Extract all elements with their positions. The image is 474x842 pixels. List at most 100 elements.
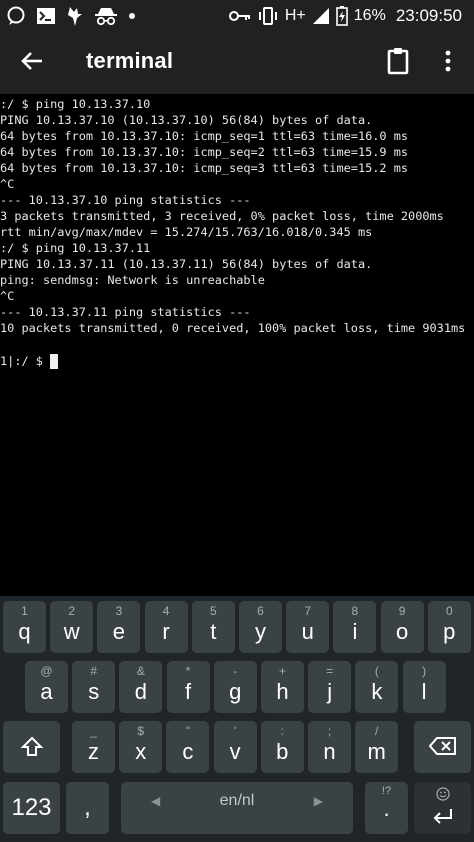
key-k[interactable]: (k xyxy=(355,661,399,713)
key-label: z xyxy=(88,739,99,764)
key-j[interactable]: = j xyxy=(308,661,352,713)
key-label: e xyxy=(112,619,126,644)
text-cursor xyxy=(50,353,59,369)
terminal-line: 10 packets transmitted, 0 received, 100%… xyxy=(0,321,466,335)
key-label: u xyxy=(301,619,314,644)
key-label: m xyxy=(367,739,386,764)
key-hint: - xyxy=(233,664,238,678)
key-hint: & xyxy=(136,664,145,678)
key-c[interactable]: " c xyxy=(166,721,210,773)
key-hint: 3 xyxy=(115,604,123,618)
page-title: terminal xyxy=(86,48,174,73)
key-i[interactable]: 8i xyxy=(333,601,377,653)
key-n[interactable]: ; n xyxy=(308,721,351,773)
key-w[interactable]: 2w xyxy=(50,601,94,653)
backspace-key[interactable] xyxy=(414,721,471,773)
key-z[interactable]: _ z xyxy=(72,721,115,773)
more-vert-icon xyxy=(445,50,451,76)
shift-key[interactable] xyxy=(3,721,60,773)
clipboard-button[interactable] xyxy=(384,46,412,80)
key-h[interactable]: + h xyxy=(261,661,304,713)
comma-key[interactable]: , xyxy=(66,782,109,834)
terminal-line: ping: sendmsg: Network is unreachable xyxy=(0,273,265,287)
key-label: v xyxy=(229,739,241,764)
terminal-line: :/ $ ping 10.13.37.11 xyxy=(0,241,151,255)
key-t[interactable]: 5t xyxy=(191,601,235,653)
key-label: . xyxy=(383,796,390,821)
space-key[interactable]: en/nl ◀ ▶ xyxy=(121,782,353,834)
bird-icon xyxy=(66,5,84,27)
shift-icon xyxy=(3,735,60,763)
key-v[interactable]: ' v xyxy=(213,721,257,773)
vibrate-icon xyxy=(257,7,279,25)
key-a[interactable]: @ a xyxy=(25,661,68,713)
key-s[interactable]: # s xyxy=(72,661,116,713)
key-hint: !? xyxy=(381,785,392,797)
terminal-icon xyxy=(36,7,56,25)
terminal-line: :/ $ ping 10.13.37.10 xyxy=(0,97,151,111)
terminal-line: 64 bytes from 10.13.37.10: icmp_seq=1 tt… xyxy=(0,129,409,143)
language-prev-icon: ◀ xyxy=(151,794,161,808)
key-label: y xyxy=(255,619,266,644)
key-p[interactable]: 0p xyxy=(427,601,471,653)
language-next-icon: ▶ xyxy=(313,794,323,808)
key-hint: 0 xyxy=(445,604,453,618)
key-hint: / xyxy=(375,724,379,738)
terminal-output[interactable]: :/ $ ping 10.13.37.10 PING 10.13.37.10 (1… xyxy=(0,94,474,598)
terminal-prompt-row[interactable]: 1|:/ $ xyxy=(0,352,474,370)
key-hint: 6 xyxy=(257,604,264,618)
battery-charging-icon xyxy=(335,6,348,26)
key-label: n xyxy=(323,739,336,764)
terminal-line: --- 10.13.37.11 ping statistics --- xyxy=(0,305,251,319)
key-label: r xyxy=(162,619,170,644)
symbols-key[interactable]: 123 xyxy=(3,782,60,834)
overflow-menu-button[interactable] xyxy=(436,46,460,80)
key-label: p xyxy=(443,619,456,644)
key-l[interactable]: ) l xyxy=(402,661,446,713)
key-label: 123 xyxy=(11,794,52,821)
battery-percent: 16% xyxy=(353,7,386,24)
key-hint: ) xyxy=(422,664,427,678)
enter-key[interactable] xyxy=(414,782,471,834)
key-label: x xyxy=(135,739,147,764)
key-hint: * xyxy=(185,664,191,678)
key-hint: @ xyxy=(40,664,53,678)
key-f[interactable]: * f xyxy=(166,661,210,713)
key-label: o xyxy=(395,619,409,644)
key-q[interactable]: 1q xyxy=(3,601,46,653)
period-key[interactable]: .!? xyxy=(365,782,408,834)
key-b[interactable]: :b xyxy=(260,721,304,773)
key-label: c xyxy=(182,739,194,764)
emoji-icon xyxy=(414,787,471,805)
key-hint: = xyxy=(326,664,334,678)
key-o[interactable]: 9o xyxy=(380,601,424,653)
incognito-icon xyxy=(94,6,118,26)
terminal-line: 64 bytes from 10.13.37.10: icmp_seq=3 tt… xyxy=(0,161,409,175)
key-d[interactable]: & d xyxy=(119,661,163,713)
key-x[interactable]: $ x xyxy=(119,721,163,773)
arrow-back-icon xyxy=(21,51,43,75)
terminal-line: --- 10.13.37.10 ping statistics --- xyxy=(0,193,251,207)
key-r[interactable]: 4r xyxy=(144,601,188,653)
terminal-line: ^C xyxy=(0,177,15,191)
key-e[interactable]: 3e xyxy=(97,601,141,653)
key-hint: 5 xyxy=(209,604,217,618)
system-icons: H+ 16% 23:09:50 xyxy=(228,0,462,32)
network-type: H+ xyxy=(284,7,306,24)
key-label: d xyxy=(134,679,148,704)
terminal-line: 3 packets transmitted, 3 received, 0% pa… xyxy=(0,209,444,223)
key-hint: 4 xyxy=(162,604,170,618)
notification-icons xyxy=(6,4,136,28)
key-g[interactable]: -g xyxy=(213,661,257,713)
key-hint: _ xyxy=(90,724,97,738)
enter-icon xyxy=(414,808,471,828)
key-hint: 7 xyxy=(304,604,312,618)
key-label: j xyxy=(327,679,333,704)
soft-keyboard: 1 q 2 w 3 e 4 r 5 t 6 y 7 u 8 i 9 o 0 p @ a # s & d * f - g + h = j(k) l _ z… xyxy=(0,596,474,842)
key-m[interactable]: / m xyxy=(355,721,399,773)
key-y[interactable]: 6y xyxy=(239,601,282,653)
back-button[interactable] xyxy=(14,47,50,79)
key-u[interactable]: 7u xyxy=(286,601,330,653)
key-label: q xyxy=(18,619,31,644)
key-label: a xyxy=(40,679,53,704)
